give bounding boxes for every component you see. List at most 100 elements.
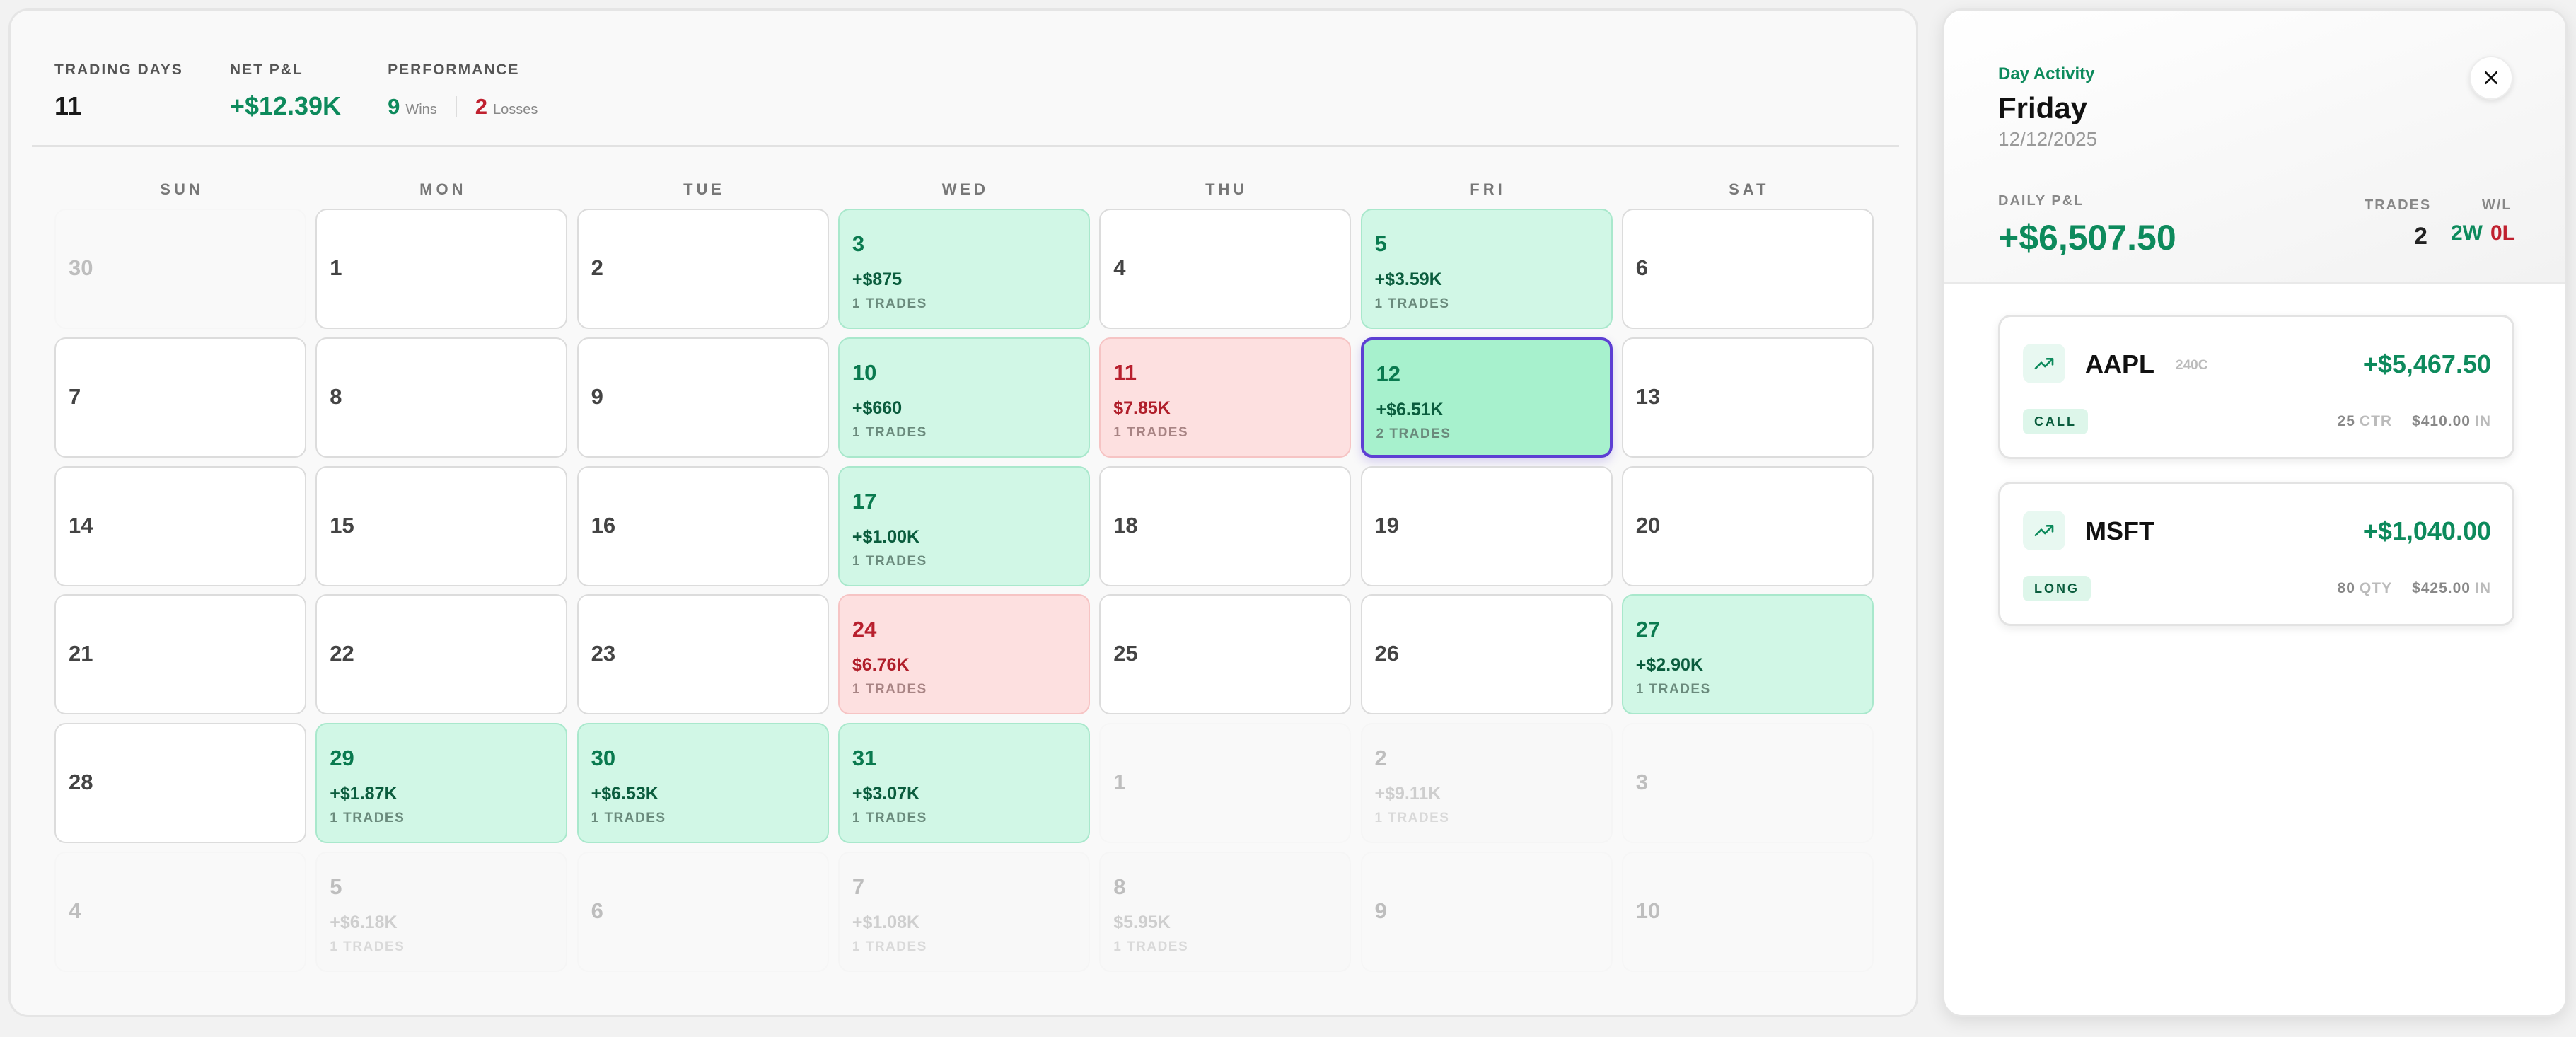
calendar-day[interactable]: 28 (54, 723, 306, 844)
day-number: 5 (1374, 231, 1387, 256)
day-number: 24 (852, 617, 877, 642)
calendar-day[interactable]: 14 (54, 465, 306, 586)
calendar-day[interactable]: 19 (1360, 465, 1613, 586)
day-pnl: +$875 (852, 270, 903, 289)
calendar-day[interactable]: 4 (54, 852, 306, 972)
day-number: 9 (1374, 898, 1387, 923)
trades-value: 2 (2414, 223, 2427, 250)
day-number: 16 (591, 512, 616, 538)
day-pnl: $6.76K (852, 655, 910, 676)
wins-count: 9 (388, 94, 400, 119)
calendar-day[interactable]: 15 (315, 465, 568, 586)
day-pnl: +$1.00K (852, 526, 920, 547)
calendar-day[interactable]: 18 (1099, 465, 1352, 586)
day-number: 10 (1635, 898, 1661, 923)
calendar-day[interactable]: 13 (1621, 337, 1874, 458)
day-trades: 2 TRADES (1376, 426, 1451, 441)
day-number: 21 (69, 641, 93, 666)
day-number: 2 (591, 255, 603, 280)
wl-wins: 2W (2451, 221, 2483, 245)
calendar-day[interactable]: 4 (1099, 209, 1352, 329)
calendar-day[interactable]: 9 (576, 337, 829, 458)
trade-card-aapl[interactable]: AAPL 240C +$5,467.50 CALL 25 CTR $410.00 IN (1998, 315, 2514, 459)
day-number: 1 (1113, 770, 1126, 795)
calendar-day[interactable]: 9 (1360, 852, 1613, 972)
calendar-day[interactable]: 24 $6.76K 1 TRADES (837, 594, 1090, 715)
wl-label: W/L (2482, 197, 2512, 213)
day-trades: 1 TRADES (1113, 939, 1189, 954)
trade-contract: 240C (2176, 358, 2208, 373)
calendar-day[interactable]: 10 +$660 1 TRADES (837, 337, 1090, 458)
calendar-day[interactable]: 1 (1099, 723, 1352, 844)
calendar-day[interactable]: 10 (1621, 852, 1874, 972)
calendar-day[interactable]: 2 (576, 209, 829, 329)
calendar-day[interactable]: 30 +$6.53K 1 TRADES (576, 723, 829, 844)
day-number: 4 (69, 898, 81, 923)
day-number: 8 (1113, 874, 1126, 899)
day-number: 1 (330, 255, 342, 280)
panel-date: 12/12/2025 (1998, 128, 2098, 150)
day-trades: 1 TRADES (591, 811, 666, 826)
calendar-day[interactable]: 25 (1099, 594, 1352, 715)
trending-up-icon (2034, 358, 2054, 369)
weekday-wed: WED (941, 180, 990, 198)
calendar-day[interactable]: 6 (1621, 209, 1874, 329)
day-trades: 1 TRADES (330, 811, 405, 826)
day-number: 30 (69, 255, 93, 280)
calendar-day[interactable]: 26 (1360, 594, 1613, 715)
calendar-day[interactable]: 6 (576, 852, 829, 972)
calendar-day[interactable]: 23 (576, 594, 829, 715)
day-trades: 1 TRADES (852, 811, 927, 826)
day-number: 19 (1374, 512, 1399, 538)
panel-day-name: Friday (1998, 91, 2088, 124)
trade-price: $425.00 (2412, 580, 2471, 596)
day-number: 25 (1113, 641, 1138, 666)
calendar-panel: TRADING DAYS 11 NET P&L +$12.39K PERFORM… (8, 8, 1918, 1017)
day-number: 8 (330, 383, 342, 409)
weekday-thu: THU (1205, 180, 1248, 198)
calendar-day[interactable]: 12 +$6.51K 2 TRADES (1360, 337, 1613, 458)
stats-bar: TRADING DAYS 11 NET P&L +$12.39K PERFORM… (54, 62, 584, 139)
trade-card-msft[interactable]: MSFT +$1,040.00 LONG 80 QTY $425.00 IN (1998, 482, 2514, 626)
day-number: 17 (852, 488, 877, 514)
close-button[interactable] (2469, 56, 2513, 100)
calendar-day[interactable]: 8 $5.95K 1 TRADES (1099, 852, 1352, 972)
stat-value: +$12.39K (229, 91, 342, 120)
day-trades: 1 TRADES (852, 553, 927, 569)
calendar-day[interactable]: 5 +$3.59K 1 TRADES (1360, 209, 1613, 329)
stat-label: NET P&L (229, 62, 303, 78)
day-number: 3 (1635, 770, 1649, 795)
day-number: 6 (1635, 255, 1649, 280)
trade-price-unit: IN (2475, 580, 2491, 596)
calendar-day[interactable]: 11 $7.85K 1 TRADES (1099, 337, 1352, 458)
trade-type-badge: CALL (2023, 409, 2088, 434)
calendar-day[interactable]: 29 +$1.87K 1 TRADES (315, 723, 568, 844)
day-number: 29 (330, 746, 354, 771)
calendar-day[interactable]: 3 +$875 1 TRADES (837, 209, 1090, 329)
calendar-day[interactable]: 30 (54, 209, 306, 329)
calendar-day[interactable]: 5 +$6.18K 1 TRADES (315, 852, 568, 972)
calendar-day[interactable]: 16 (576, 465, 829, 586)
calendar-day[interactable]: 22 (315, 594, 568, 715)
calendar-day[interactable]: 17 +$1.00K 1 TRADES (837, 465, 1090, 586)
calendar-day[interactable]: 8 (315, 337, 568, 458)
day-pnl: $7.85K (1113, 398, 1171, 418)
day-activity-header: Day Activity Friday 12/12/2025 DAILY P&L… (1944, 11, 2565, 284)
trend-badge (2023, 511, 2065, 550)
day-number: 5 (330, 874, 342, 899)
calendar-day[interactable]: 3 (1621, 723, 1874, 844)
calendar-day[interactable]: 21 (54, 594, 306, 715)
calendar-day[interactable]: 1 (315, 209, 568, 329)
day-pnl: +$6.51K (1376, 399, 1444, 419)
calendar-day[interactable]: 7 (54, 337, 306, 458)
calendar-day[interactable]: 7 +$1.08K 1 TRADES (837, 852, 1090, 972)
calendar-day[interactable]: 2 +$9.11K 1 TRADES (1360, 723, 1613, 844)
day-trades: 1 TRADES (1113, 424, 1189, 440)
calendar-day[interactable]: 31 +$3.07K 1 TRADES (837, 723, 1090, 844)
day-number: 23 (591, 641, 616, 666)
weekday-tue: TUE (683, 180, 726, 198)
calendar-day[interactable]: 20 (1621, 465, 1874, 586)
wins-label: Wins (405, 102, 437, 117)
calendar-day[interactable]: 27 +$2.90K 1 TRADES (1621, 594, 1874, 715)
weekday-sat: SAT (1729, 180, 1770, 198)
